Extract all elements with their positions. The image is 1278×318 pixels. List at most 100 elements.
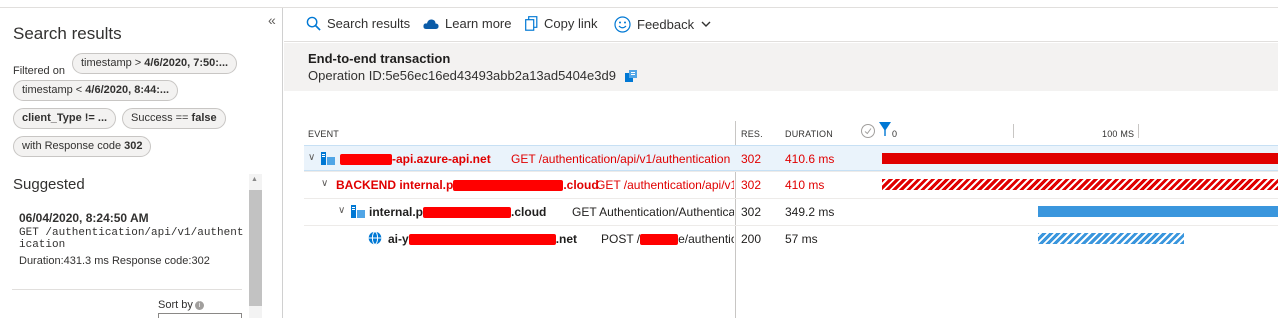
sort-by-select[interactable] — [158, 313, 242, 318]
panel-title: Search results — [13, 24, 122, 43]
filter-pill-value: 4/6/2020, 8:44:... — [85, 84, 170, 96]
redacted-block — [423, 207, 512, 219]
event-duration: 349.2 ms — [785, 205, 835, 219]
timeline-bar[interactable] — [1038, 233, 1185, 244]
event-name-text: ai-y — [388, 232, 409, 246]
event-row-internal[interactable]: ∨ internal.p .cloud GET Authentication/Au… — [304, 199, 1278, 225]
timeline-marker-icon[interactable] — [879, 122, 891, 136]
filter-pill-prefix: timestamp < — [22, 84, 86, 96]
suggested-date: 06/04/2020, 8:24:50 AM — [19, 211, 149, 225]
sort-by-label: Sort by i — [158, 299, 204, 311]
filter-pill-timestamp-before[interactable]: timestamp < 4/6/2020, 8:44:... — [13, 80, 179, 101]
event-row-ai[interactable]: ai-y .net POST / e/authenticate 200 57 ms — [304, 226, 1278, 252]
copy-icon — [525, 16, 538, 31]
copy-id-icon[interactable] — [624, 69, 638, 83]
transaction-header: End-to-end transaction Operation ID: 5e5… — [284, 43, 1278, 91]
timeline-bar[interactable] — [1038, 206, 1278, 217]
filter-pill-prefix: timestamp > — [81, 57, 145, 69]
tick-label-zero: 0 — [892, 129, 898, 139]
operation-id-label: Operation ID: — [308, 68, 386, 83]
tick-label-100ms: 100 MS — [1102, 129, 1135, 139]
event-name: -api.azure-api.net — [340, 152, 491, 166]
toolbar: Search results Learn more Copy link Feed… — [284, 8, 1278, 42]
operation-suffix: e/authenticate — [678, 232, 734, 246]
event-name-text: -api.azure-api.net — [392, 152, 491, 166]
column-header-event[interactable]: EVENT — [308, 129, 339, 139]
timeline-bar[interactable] — [882, 153, 1278, 164]
column-header-res[interactable]: RES. — [741, 129, 763, 139]
event-duration: 57 ms — [785, 232, 818, 246]
redacted-block — [408, 234, 556, 246]
suggested-title: Suggested — [13, 176, 85, 193]
operation-id-line: Operation ID: 5e56ec16ed43493abb2a13ad54… — [308, 68, 1254, 83]
filter-pill-value: client_Type != ... — [22, 112, 108, 124]
filter-pill-response-code[interactable]: with Response code 302 — [13, 136, 152, 157]
event-operation: GET Authentication/Authenticate — [572, 205, 734, 219]
event-row-backend[interactable]: ∨ BACKEND internal.p .cloud GET /authenti… — [304, 172, 1278, 198]
learn-more-label: Learn more — [445, 16, 512, 31]
event-name: ai-y .net — [388, 232, 577, 246]
window-top-edge — [0, 0, 1278, 8]
tick-line — [1013, 124, 1014, 138]
event-operation: GET /authentication/api/v1/authenticatio… — [511, 152, 731, 166]
copy-link-button[interactable]: Copy link — [525, 16, 597, 31]
scroll-up-arrow-icon[interactable]: ▲ — [251, 176, 258, 183]
cloud-icon — [423, 18, 439, 29]
filter-pill-value: 302 — [124, 140, 143, 152]
info-icon[interactable]: i — [194, 301, 204, 310]
chevron-down-icon[interactable]: ∨ — [308, 152, 315, 163]
learn-more-button[interactable]: Learn more — [423, 16, 511, 31]
event-res: 200 — [741, 232, 762, 246]
info-clock-icon[interactable] — [860, 123, 876, 139]
response-code-value: 302 — [191, 255, 210, 267]
event-res: 302 — [741, 152, 762, 166]
filter-pill-value: 4/6/2020, 7:50:... — [144, 57, 229, 69]
event-name-suffix: .net — [555, 232, 578, 246]
filter-pill-value: false — [191, 112, 217, 124]
filter-pill-prefix: with Response code — [22, 140, 125, 152]
chevron-down-icon[interactable]: ∨ — [321, 178, 328, 189]
column-header-duration[interactable]: DURATION — [785, 129, 833, 139]
event-operation: POST / e/authenticate — [601, 232, 734, 246]
server-icon — [351, 205, 365, 218]
filter-pill-prefix: Success == — [131, 112, 192, 124]
copy-link-label: Copy link — [544, 16, 598, 31]
event-operation: GET /authentication/api/v1/authenticatio… — [596, 178, 734, 192]
collapse-panel-button[interactable]: « — [268, 12, 276, 28]
duration-value: 431.3 ms — [63, 255, 109, 267]
filter-pill-client-type[interactable]: client_Type != ... — [13, 108, 117, 129]
search-results-label: Search results — [327, 16, 411, 31]
feedback-button[interactable]: Feedback — [614, 16, 711, 33]
event-name-suffix: .cloud — [563, 178, 599, 192]
event-row-api[interactable]: ∨ -api.azure-api.net GET /authentication… — [304, 145, 1278, 171]
server-icon — [321, 152, 335, 165]
redacted-block — [640, 234, 679, 246]
scrollbar-thumb[interactable] — [249, 190, 262, 306]
filter-pill-success[interactable]: Success == false — [122, 108, 226, 129]
transaction-title: End-to-end transaction — [308, 51, 451, 66]
response-code-label: Response code: — [111, 255, 192, 267]
globe-icon — [368, 231, 382, 245]
event-duration: 410.6 ms — [785, 152, 835, 166]
chevron-down-icon[interactable]: ∨ — [338, 205, 345, 216]
search-results-panel: « Search results Filtered on timestamp >… — [0, 8, 283, 318]
timeline-bar[interactable] — [882, 179, 1278, 190]
sort-by-text: Sort by — [158, 299, 193, 311]
suggested-result-card[interactable]: 06/04/2020, 8:24:50 AM GET /authenticati… — [12, 204, 244, 290]
event-duration: 410 ms — [785, 178, 825, 192]
redacted-block — [340, 154, 392, 166]
search-icon — [306, 16, 321, 31]
duration-label: Duration: — [19, 255, 64, 267]
event-name: internal.p .cloud — [369, 205, 546, 219]
event-name: BACKEND internal.p .cloud — [336, 178, 599, 192]
search-results-button[interactable]: Search results — [306, 16, 410, 31]
filtered-on-label: Filtered on — [13, 65, 65, 77]
filter-pill-timestamp-after[interactable]: timestamp > 4/6/2020, 7:50:... — [72, 53, 238, 74]
transaction-grid: EVENT RES. DURATION 0 100 MS ∨ -api.azur… — [284, 91, 1278, 318]
suggested-path: GET /authentication/api/v1/authenticatio… — [19, 227, 244, 251]
event-name-suffix: .cloud — [511, 205, 547, 219]
event-name-text: BACKEND internal.p — [336, 178, 454, 192]
smiley-icon — [614, 16, 631, 33]
feedback-label: Feedback — [637, 17, 695, 32]
suggested-meta: Duration:431.3 ms Response code:302 — [19, 255, 235, 267]
